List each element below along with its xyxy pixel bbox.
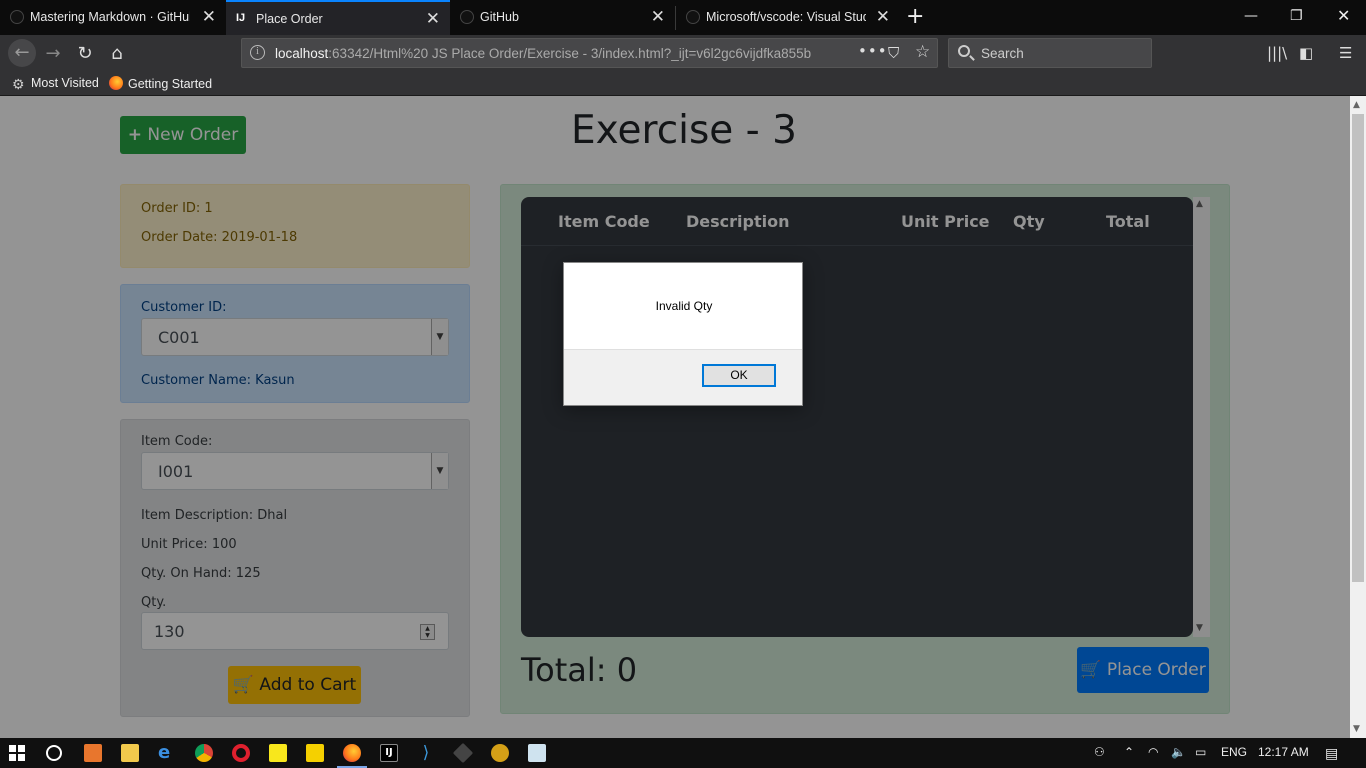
- modal-overlay: [0, 96, 1350, 738]
- edge-icon[interactable]: e: [158, 744, 176, 762]
- page-viewport: + New Order Exercise - 3 Order ID: 1 Ord…: [0, 96, 1350, 738]
- sticky-notes-icon[interactable]: [269, 744, 287, 762]
- file-explorer-icon[interactable]: [121, 744, 139, 762]
- close-window-icon[interactable]: ✕: [1337, 6, 1350, 25]
- tab-title: GitHub: [480, 10, 519, 24]
- close-icon[interactable]: ✕: [876, 7, 890, 27]
- github-icon: [10, 10, 24, 24]
- media-player-icon[interactable]: [306, 744, 324, 762]
- search-input[interactable]: Search: [981, 46, 1024, 61]
- notifications-icon[interactable]: ▤: [1325, 745, 1338, 762]
- git-icon[interactable]: [452, 742, 474, 764]
- close-icon[interactable]: ✕: [651, 7, 665, 27]
- clock[interactable]: 12:17 AM: [1258, 745, 1309, 759]
- library-icon[interactable]: |||\: [1267, 44, 1287, 62]
- bookmark-star-icon[interactable]: ☆: [915, 42, 930, 62]
- close-icon[interactable]: ✕: [202, 7, 216, 27]
- ok-button[interactable]: OK: [702, 364, 776, 387]
- gear-icon: ⚙: [12, 76, 25, 92]
- close-icon[interactable]: ✕: [426, 9, 440, 29]
- tab-title: Microsoft/vscode: Visual Studio: [706, 10, 866, 24]
- restore-icon[interactable]: ❐: [1290, 8, 1303, 24]
- minimize-icon[interactable]: —: [1244, 8, 1258, 24]
- intellij-icon[interactable]: IJ: [380, 744, 398, 762]
- new-tab-button[interactable]: +: [906, 4, 924, 29]
- alert-footer: OK: [564, 349, 802, 405]
- volume-icon[interactable]: 🔈: [1171, 745, 1186, 759]
- bookmark-most-visited[interactable]: ⚙ Most Visited: [12, 76, 99, 92]
- pocket-icon[interactable]: ⛉: [888, 44, 899, 62]
- notepad-icon[interactable]: [528, 744, 546, 762]
- people-icon[interactable]: ⚇: [1094, 745, 1105, 759]
- windows-start-icon[interactable]: [9, 745, 25, 761]
- search-icon: [958, 45, 970, 57]
- tab-mastering-markdown[interactable]: Mastering Markdown · GitHub ✕: [0, 0, 226, 35]
- tab-title: Mastering Markdown · GitHub: [30, 10, 190, 24]
- wifi-icon[interactable]: ◠: [1148, 745, 1158, 759]
- url-bar[interactable]: i localhost:63342/Html%20 JS Place Order…: [241, 38, 938, 68]
- intellij-icon: IJ: [236, 12, 246, 24]
- battery-icon[interactable]: ▭: [1195, 745, 1206, 759]
- alert-message: Invalid Qty: [655, 299, 713, 313]
- url-text[interactable]: localhost:63342/Html%20 JS Place Order/E…: [275, 46, 835, 61]
- sidebar-icon[interactable]: ◧: [1299, 44, 1313, 62]
- menu-icon[interactable]: ☰: [1339, 44, 1352, 62]
- forward-icon[interactable]: →: [42, 43, 64, 65]
- search-bar[interactable]: Search: [948, 38, 1152, 68]
- scroll-down-icon[interactable]: ▼: [1353, 724, 1360, 734]
- firefox-icon[interactable]: [337, 744, 367, 768]
- language-indicator[interactable]: ENG: [1221, 745, 1247, 759]
- firefox-icon: [109, 76, 123, 90]
- vscode-icon[interactable]: ⟩: [417, 744, 435, 762]
- bookmarks-toolbar: ⚙ Most Visited Getting Started: [0, 72, 1366, 96]
- chevron-up-icon[interactable]: ⌃: [1124, 745, 1134, 759]
- page-scrollbar[interactable]: ▲ ▼: [1350, 96, 1366, 738]
- info-icon[interactable]: i: [250, 45, 265, 60]
- scroll-up-icon[interactable]: ▲: [1353, 100, 1360, 110]
- tab-place-order[interactable]: IJ Place Order ✕: [226, 0, 450, 35]
- reload-icon[interactable]: ↻: [74, 43, 96, 65]
- cortana-icon[interactable]: [46, 745, 62, 761]
- chrome-icon[interactable]: [195, 744, 213, 762]
- back-icon[interactable]: ←: [8, 39, 36, 67]
- tomcat-icon[interactable]: [491, 744, 509, 762]
- scrollbar-thumb[interactable]: [1352, 114, 1364, 582]
- browser-tab-strip: Mastering Markdown · GitHub ✕ IJ Place O…: [0, 0, 1366, 35]
- github-icon: [686, 10, 700, 24]
- opera-icon[interactable]: [232, 744, 250, 762]
- github-icon: [460, 10, 474, 24]
- page-actions-icon[interactable]: •••: [858, 42, 888, 60]
- windows-taskbar: e IJ ⟩ ⚇ ⌃ ◠ 🔈 ▭ ENG 12:17 AM ▤: [0, 738, 1366, 768]
- home-icon[interactable]: ⌂: [106, 43, 128, 65]
- tab-vscode[interactable]: Microsoft/vscode: Visual Studio ✕: [676, 0, 900, 35]
- xampp-icon[interactable]: [84, 744, 102, 762]
- tab-github[interactable]: GitHub ✕: [450, 0, 675, 35]
- tab-title: Place Order: [256, 12, 323, 26]
- alert-dialog: Invalid Qty OK: [563, 262, 803, 406]
- navigation-toolbar: ← → ↻ ⌂ i localhost:63342/Html%20 JS Pla…: [0, 35, 1366, 72]
- bookmark-getting-started[interactable]: Getting Started: [109, 76, 212, 91]
